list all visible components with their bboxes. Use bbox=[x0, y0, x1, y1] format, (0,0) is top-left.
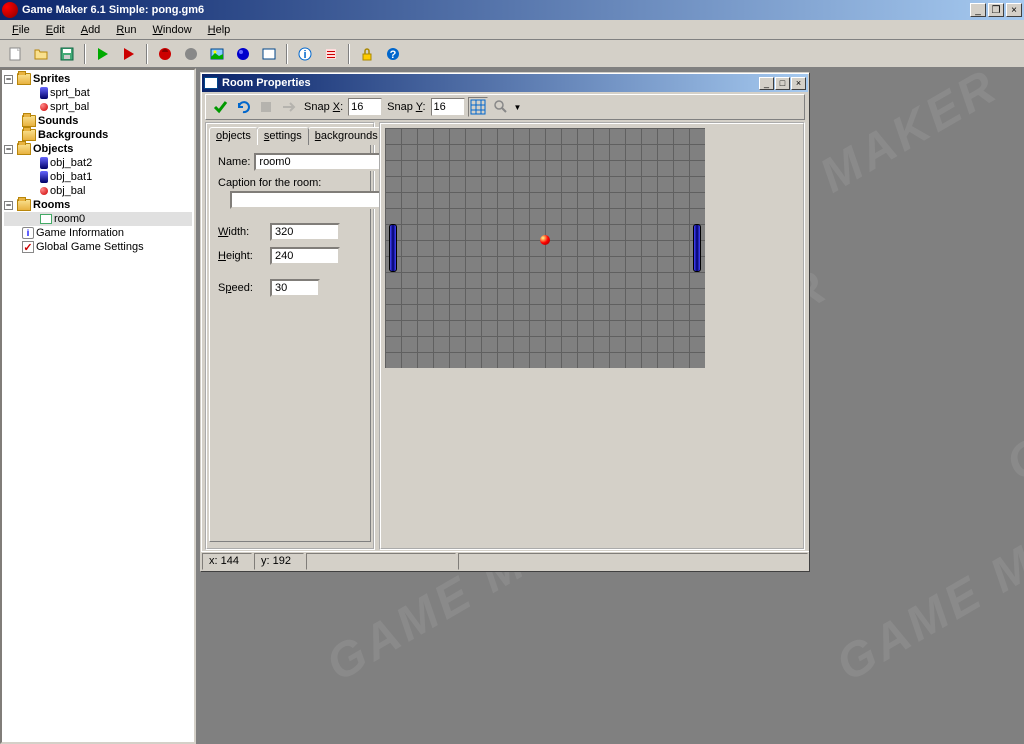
add-room-button[interactable] bbox=[258, 43, 280, 65]
room-statusbar: x: 144 y: 192 bbox=[201, 551, 809, 571]
main-toolbar: i ? bbox=[0, 40, 1024, 68]
tree-sounds[interactable]: Sounds bbox=[4, 114, 192, 128]
tree-obj-bal[interactable]: obj_bal bbox=[4, 184, 192, 198]
zoom-button[interactable] bbox=[491, 97, 511, 117]
instance-ball[interactable] bbox=[540, 235, 550, 245]
instance-bat-left[interactable] bbox=[389, 224, 397, 272]
height-input[interactable] bbox=[270, 247, 340, 265]
svg-text:i: i bbox=[303, 49, 306, 61]
main-menubar: File Edit Add Run Window Help bbox=[0, 20, 1024, 40]
instance-bat-right[interactable] bbox=[693, 224, 701, 272]
run-debug-button[interactable] bbox=[118, 43, 140, 65]
tab-backgrounds[interactable]: backgrounds bbox=[308, 127, 385, 145]
tree-global-settings[interactable]: ✓Global Game Settings bbox=[4, 240, 192, 254]
height-label: Height: bbox=[218, 250, 266, 262]
room-ok-button[interactable] bbox=[210, 97, 230, 117]
tree-sprite-bat[interactable]: sprt_bat bbox=[4, 86, 192, 100]
app-icon bbox=[2, 2, 18, 18]
snapy-input[interactable] bbox=[431, 98, 465, 116]
room-minimize-button[interactable]: _ bbox=[759, 77, 774, 90]
tree-obj-bat1[interactable]: obj_bat1 bbox=[4, 170, 192, 184]
room-properties-window: Room Properties _ □ × Snap X: Snap Y: ▼ bbox=[200, 72, 810, 572]
close-button[interactable]: × bbox=[1006, 3, 1022, 17]
mdi-client-area: GAME MAKER GAME MAKER GAME MAKER GAME MA… bbox=[196, 68, 1024, 744]
speed-label: Speed: bbox=[218, 282, 266, 294]
tab-objects[interactable]: objects bbox=[209, 127, 258, 145]
tab-settings[interactable]: settings bbox=[257, 127, 309, 145]
restore-button[interactable]: ❐ bbox=[988, 3, 1004, 17]
menu-window[interactable]: Window bbox=[145, 22, 200, 38]
room-settings-panel: objects settings backgrounds Name: Capti… bbox=[205, 122, 375, 550]
run-button[interactable] bbox=[92, 43, 114, 65]
room-window-title: Room Properties bbox=[222, 77, 758, 89]
caption-input[interactable] bbox=[230, 191, 382, 209]
room-canvas[interactable] bbox=[379, 122, 805, 550]
add-sound-button[interactable] bbox=[180, 43, 202, 65]
save-file-button[interactable] bbox=[56, 43, 78, 65]
status-y: y: 192 bbox=[254, 553, 304, 570]
game-info-button[interactable]: i bbox=[294, 43, 316, 65]
grid-toggle-button[interactable] bbox=[468, 97, 488, 117]
app-title: Game Maker 6.1 Simple: pong.gm6 bbox=[22, 4, 970, 16]
new-file-button[interactable] bbox=[4, 43, 26, 65]
snapx-label: Snap X: bbox=[302, 101, 345, 113]
room-toolbar: Snap X: Snap Y: ▼ bbox=[205, 94, 805, 120]
svg-text:?: ? bbox=[390, 49, 397, 61]
width-input[interactable] bbox=[270, 223, 340, 241]
open-file-button[interactable] bbox=[30, 43, 52, 65]
lock-button[interactable] bbox=[356, 43, 378, 65]
resource-tree[interactable]: −Sprites sprt_bat sprt_bal Sounds Backgr… bbox=[0, 68, 196, 744]
add-object-button[interactable] bbox=[232, 43, 254, 65]
room-arrow-button[interactable] bbox=[279, 97, 299, 117]
add-sprite-button[interactable] bbox=[154, 43, 176, 65]
tree-game-info[interactable]: iGame Information bbox=[4, 226, 192, 240]
name-label: Name: bbox=[218, 156, 250, 168]
width-label: Width: bbox=[218, 226, 266, 238]
menu-add[interactable]: Add bbox=[73, 22, 109, 38]
status-empty2 bbox=[458, 553, 808, 570]
tree-rooms[interactable]: −Rooms bbox=[4, 198, 192, 212]
tree-sprite-bal[interactable]: sprt_bal bbox=[4, 100, 192, 114]
room-stop-button[interactable] bbox=[256, 97, 276, 117]
tree-backgrounds[interactable]: Backgrounds bbox=[4, 128, 192, 142]
tree-room0[interactable]: room0 bbox=[4, 212, 192, 226]
room-maximize-button[interactable]: □ bbox=[775, 77, 790, 90]
menu-run[interactable]: Run bbox=[108, 22, 144, 38]
caption-label: Caption for the room: bbox=[218, 177, 362, 189]
dropdown-arrow-icon[interactable]: ▼ bbox=[514, 103, 522, 112]
menu-file[interactable]: File bbox=[4, 22, 38, 38]
tree-obj-bat2[interactable]: obj_bat2 bbox=[4, 156, 192, 170]
tree-objects[interactable]: −Objects bbox=[4, 142, 192, 156]
help-button[interactable]: ? bbox=[382, 43, 404, 65]
app-titlebar: Game Maker 6.1 Simple: pong.gm6 _ ❐ × bbox=[0, 0, 1024, 20]
minimize-button[interactable]: _ bbox=[970, 3, 986, 17]
room-close-button[interactable]: × bbox=[791, 77, 806, 90]
room-window-icon bbox=[204, 77, 218, 89]
global-settings-button[interactable] bbox=[320, 43, 342, 65]
tree-sprites[interactable]: −Sprites bbox=[4, 72, 192, 86]
snapy-label: Snap Y: bbox=[385, 101, 427, 113]
room-undo-button[interactable] bbox=[233, 97, 253, 117]
status-empty1 bbox=[306, 553, 456, 570]
status-x: x: 144 bbox=[202, 553, 252, 570]
menu-edit[interactable]: Edit bbox=[38, 22, 73, 38]
speed-input[interactable] bbox=[270, 279, 320, 297]
snapx-input[interactable] bbox=[348, 98, 382, 116]
add-background-button[interactable] bbox=[206, 43, 228, 65]
room-window-titlebar[interactable]: Room Properties _ □ × bbox=[202, 74, 808, 92]
menu-help[interactable]: Help bbox=[200, 22, 239, 38]
